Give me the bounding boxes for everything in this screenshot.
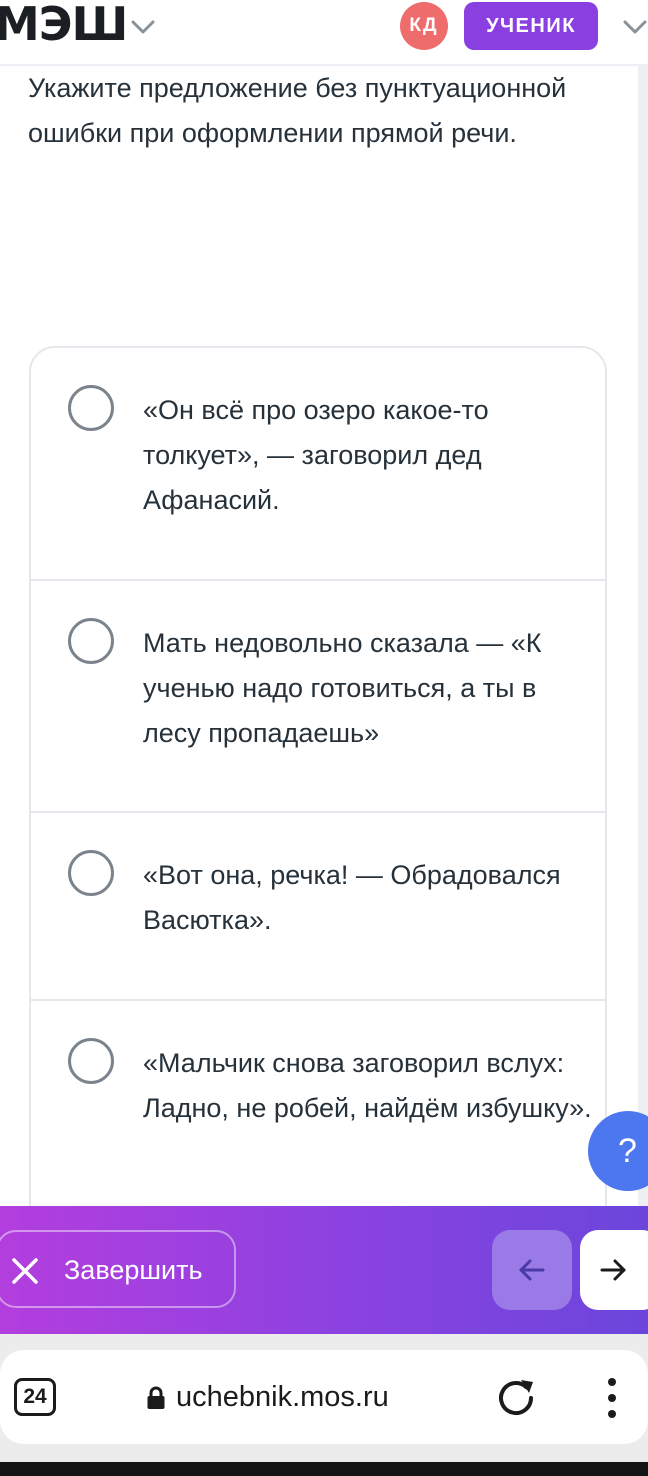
next-button[interactable] bbox=[580, 1230, 648, 1310]
page: МЭШ КД УЧЕНИК Укажите предложение без пу… bbox=[0, 0, 648, 1476]
answer-option-text: «Он всё про озеро какое-то толкует», — з… bbox=[143, 395, 489, 515]
scrollbar-track[interactable] bbox=[638, 66, 648, 1206]
answer-option-text: Мать недовольно сказала — «К ученью надо… bbox=[143, 628, 542, 748]
url-text[interactable]: uchebnik.mos.ru bbox=[176, 1378, 389, 1416]
mesh-logo[interactable]: МЭШ bbox=[0, 0, 128, 50]
finish-button-label: Завершить bbox=[64, 1255, 203, 1285]
browser-toolbar: 24 uchebnik.mos.ru bbox=[0, 1334, 648, 1476]
app-header: МЭШ КД УЧЕНИК bbox=[0, 0, 648, 66]
answer-option[interactable]: Мать недовольно сказала — «К ученью надо… bbox=[31, 581, 605, 813]
answer-options: «Он всё про озеро какое-то толкует», — з… bbox=[29, 346, 607, 1246]
chevron-down-icon[interactable] bbox=[620, 12, 648, 42]
avatar[interactable]: КД bbox=[400, 2, 448, 50]
radio-button[interactable] bbox=[68, 1038, 114, 1084]
answer-option-text: «Мальчик снова заговорил вслух: Ладно, н… bbox=[143, 1048, 592, 1123]
finish-button[interactable]: Завершить bbox=[0, 1230, 236, 1308]
system-navigation-bar bbox=[0, 1462, 648, 1476]
chevron-down-icon[interactable] bbox=[128, 12, 158, 42]
radio-button[interactable] bbox=[68, 385, 114, 431]
close-icon bbox=[12, 1258, 38, 1284]
answer-option[interactable]: «Вот она, речка! — Обрадовался Васютка». bbox=[31, 813, 605, 1001]
address-bar[interactable]: 24 uchebnik.mos.ru bbox=[0, 1350, 648, 1444]
reload-icon[interactable] bbox=[494, 1376, 538, 1420]
more-vertical-icon[interactable] bbox=[600, 1374, 624, 1422]
arrow-right-icon bbox=[600, 1259, 626, 1281]
answer-option-text: «Вот она, речка! — Обрадовался Васютка». bbox=[143, 860, 561, 935]
tabs-button[interactable]: 24 bbox=[14, 1378, 56, 1416]
question-text: Укажите предложение без пунктуационной о… bbox=[28, 73, 567, 148]
radio-button[interactable] bbox=[68, 850, 114, 896]
radio-button[interactable] bbox=[68, 618, 114, 664]
previous-button[interactable] bbox=[492, 1230, 572, 1310]
lock-icon[interactable] bbox=[146, 1386, 166, 1410]
answer-option[interactable]: «Он всё про озеро какое-то толкует», — з… bbox=[31, 348, 605, 581]
role-button[interactable]: УЧЕНИК bbox=[464, 2, 598, 50]
action-bar: Завершить bbox=[0, 1206, 648, 1334]
arrow-left-icon bbox=[519, 1259, 545, 1281]
